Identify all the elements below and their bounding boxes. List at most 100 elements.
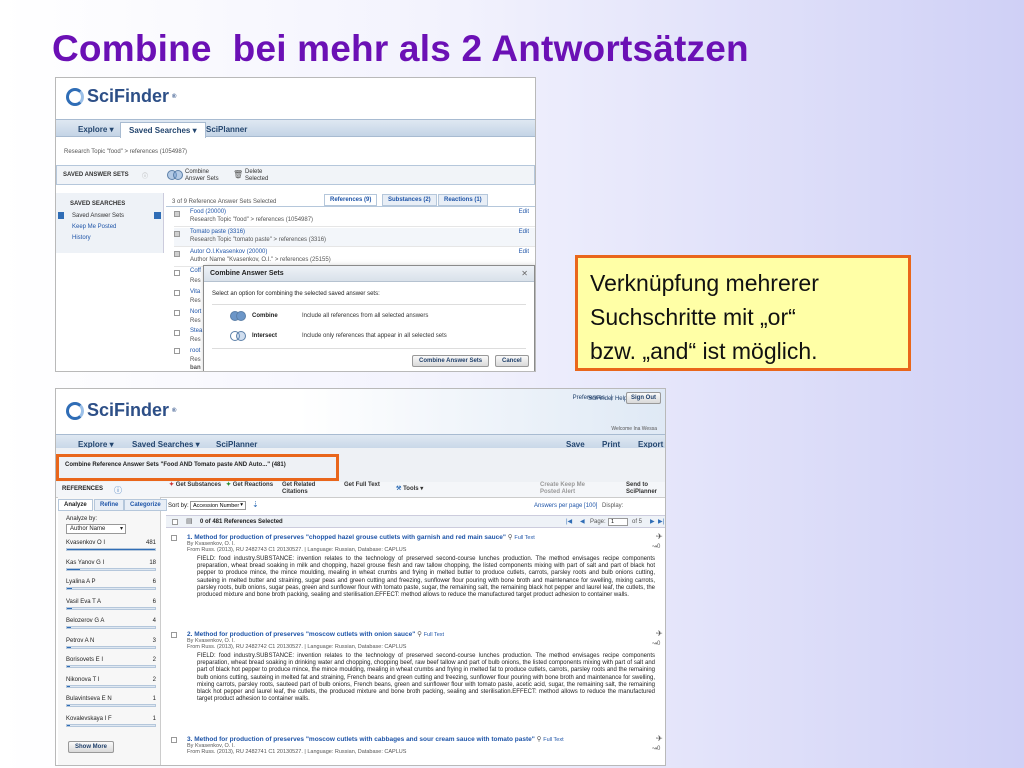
answer-set-row[interactable]: Food (20000) Research Topic "food" > ref…: [174, 208, 535, 227]
author-count-bar: [66, 684, 156, 688]
record-title[interactable]: 1. Method for production of preserves "c…: [187, 533, 655, 541]
select-all-checkbox[interactable]: [172, 519, 178, 525]
related-icon[interactable]: ↝0: [652, 543, 660, 550]
record-title-text[interactable]: Method for production of preserves "chop…: [194, 534, 506, 541]
answer-set-title[interactable]: Autor O.I.Kvasenkov (20000): [190, 249, 267, 255]
record-title-text[interactable]: Method for production of preserves "mosc…: [194, 736, 535, 743]
sort-select[interactable]: Accession Number ▾: [190, 501, 246, 510]
record-checkbox[interactable]: [171, 535, 177, 541]
sign-out-button[interactable]: Sign Out: [626, 392, 661, 404]
record-title[interactable]: 2. Method for production of preserves "m…: [187, 630, 655, 638]
partial-row-title[interactable]: Coff: [190, 268, 201, 274]
partial-row-title: ban: [190, 365, 201, 371]
author-facet-item[interactable]: Petrov A N 3: [66, 638, 156, 649]
sidebar-item-saved-answer-sets[interactable]: Saved Answer Sets: [72, 213, 124, 219]
author-count: 18: [149, 559, 156, 566]
tools-menu[interactable]: ⚒ Tools ▾: [396, 486, 423, 493]
get-substances-tool[interactable]: ✦ Get Substances: [169, 482, 221, 489]
row-checkbox[interactable]: [174, 211, 180, 217]
author-count-bar: [66, 645, 156, 649]
edit-link[interactable]: Edit: [519, 249, 529, 255]
partial-row-sub: Res: [190, 278, 201, 284]
author-facet-item[interactable]: Belozerov G A 4: [66, 618, 156, 629]
partial-row-sub: Res: [190, 298, 201, 304]
get-reactions-tool[interactable]: ✦ Get Reactions: [226, 482, 273, 489]
option-intersect[interactable]: Intersect: [252, 333, 277, 339]
sciplanner-icon[interactable]: ✈: [656, 629, 663, 638]
close-icon[interactable]: ✕: [521, 269, 528, 278]
row-checkbox[interactable]: [174, 348, 180, 354]
create-keep-me-posted-tool[interactable]: Create Keep Me Posted Alert: [540, 482, 600, 496]
answer-set-title[interactable]: Food (20000): [190, 209, 226, 215]
author-facet-item[interactable]: Kovalevskaya I F 1: [66, 716, 156, 727]
combine-answer-sets-tool[interactable]: Combine Answer Sets: [185, 169, 225, 183]
edit-link[interactable]: Edit: [519, 209, 529, 215]
welcome-text: Welcome Ina Wessa: [611, 426, 657, 432]
author-facet-item[interactable]: Borisovets E I 2: [66, 657, 156, 668]
record-checkbox[interactable]: [171, 632, 177, 638]
sciplanner-icon[interactable]: ✈: [656, 734, 663, 743]
show-more-button[interactable]: Show More: [68, 741, 115, 753]
row-checkbox[interactable]: [174, 231, 180, 237]
tab-references[interactable]: References (9): [324, 194, 378, 206]
sidebar-item-keep-me-posted[interactable]: Keep Me Posted: [72, 224, 116, 230]
author-facet-item[interactable]: Bulavintseva E N 1: [66, 696, 156, 707]
row-checkbox[interactable]: [174, 310, 180, 316]
prev-page-icon[interactable]: ◀: [580, 518, 585, 525]
tab-categorize[interactable]: Categorize: [124, 499, 167, 511]
sidebar-collapse-handle[interactable]: [154, 212, 161, 219]
partial-row-title[interactable]: Nort: [190, 309, 201, 315]
get-related-citations-tool[interactable]: Get Related Citations: [282, 482, 330, 496]
send-to-sciplanner-tool[interactable]: Send to SciPlanner: [626, 482, 665, 496]
row-checkbox[interactable]: [174, 270, 180, 276]
option-combine[interactable]: Combine: [252, 313, 278, 319]
delete-selected-tool[interactable]: Delete Selected: [245, 169, 275, 183]
combine-answer-sets-button[interactable]: Combine Answer Sets: [412, 355, 490, 367]
answers-per-page[interactable]: Answers per page [100]: [534, 503, 597, 509]
full-text-link[interactable]: Full Text: [514, 535, 534, 541]
author-facet-item[interactable]: Kas Yanov G I 18: [66, 559, 156, 571]
sidebar-item-history[interactable]: History: [72, 235, 91, 241]
record-title[interactable]: 3. Method for production of preserves "m…: [187, 735, 655, 743]
row-checkbox[interactable]: [174, 251, 180, 257]
related-icon[interactable]: ↝0: [652, 745, 660, 752]
search-icon[interactable]: ⚲: [417, 631, 422, 638]
nav-explore[interactable]: Explore ▾: [78, 125, 114, 134]
page-input[interactable]: 1: [608, 518, 628, 526]
row-checkbox[interactable]: [174, 330, 180, 336]
sciplanner-icon[interactable]: ✈: [656, 532, 663, 541]
list-view-icon[interactable]: ▤: [186, 517, 193, 525]
author-facet-item[interactable]: Vasil Eva T A 6: [66, 599, 156, 610]
nav-saved-searches[interactable]: Saved Searches ▾: [120, 122, 206, 138]
partial-row-title[interactable]: Stea: [190, 328, 202, 334]
cancel-button[interactable]: Cancel: [495, 355, 529, 367]
first-page-icon[interactable]: |◀: [566, 518, 572, 525]
get-full-text-tool[interactable]: Get Full Text: [344, 482, 380, 489]
nav-sciplanner[interactable]: SciPlanner: [206, 125, 247, 134]
tab-refine[interactable]: Refine: [94, 499, 125, 511]
record-checkbox[interactable]: [171, 737, 177, 743]
next-page-icon[interactable]: ▶: [650, 518, 655, 525]
tab-substances[interactable]: Substances (2): [382, 194, 437, 206]
tab-analyze[interactable]: Analyze: [58, 499, 93, 511]
full-text-link[interactable]: Full Text: [543, 737, 563, 743]
record-title-text[interactable]: Method for production of preserves "mosc…: [194, 631, 415, 638]
last-page-icon[interactable]: ▶|: [658, 518, 664, 525]
search-icon[interactable]: ⚲: [508, 534, 513, 541]
related-icon[interactable]: ↝0: [652, 640, 660, 647]
analyze-by-select[interactable]: Author Name ▾: [66, 524, 126, 534]
row-checkbox[interactable]: [174, 290, 180, 296]
answer-set-title[interactable]: Tomato paste (3316): [190, 229, 245, 235]
author-facet-item[interactable]: Kvasenkov O I 481: [66, 540, 156, 551]
partial-row-title[interactable]: root: [190, 348, 200, 354]
sort-direction-icon[interactable]: ⇣: [252, 500, 259, 509]
author-facet-item[interactable]: Nikonova T I 2: [66, 677, 156, 688]
partial-row-title[interactable]: Vita: [190, 289, 200, 295]
sort-label: Sort by:: [168, 503, 189, 509]
tab-reactions[interactable]: Reactions (1): [438, 194, 488, 206]
answer-set-row[interactable]: Tomato paste (3316) Research Topic "toma…: [174, 228, 535, 247]
edit-link[interactable]: Edit: [519, 229, 529, 235]
search-icon[interactable]: ⚲: [537, 736, 542, 743]
full-text-link[interactable]: Full Text: [424, 632, 444, 638]
author-facet-item[interactable]: Lyalina A P 6: [66, 579, 156, 590]
